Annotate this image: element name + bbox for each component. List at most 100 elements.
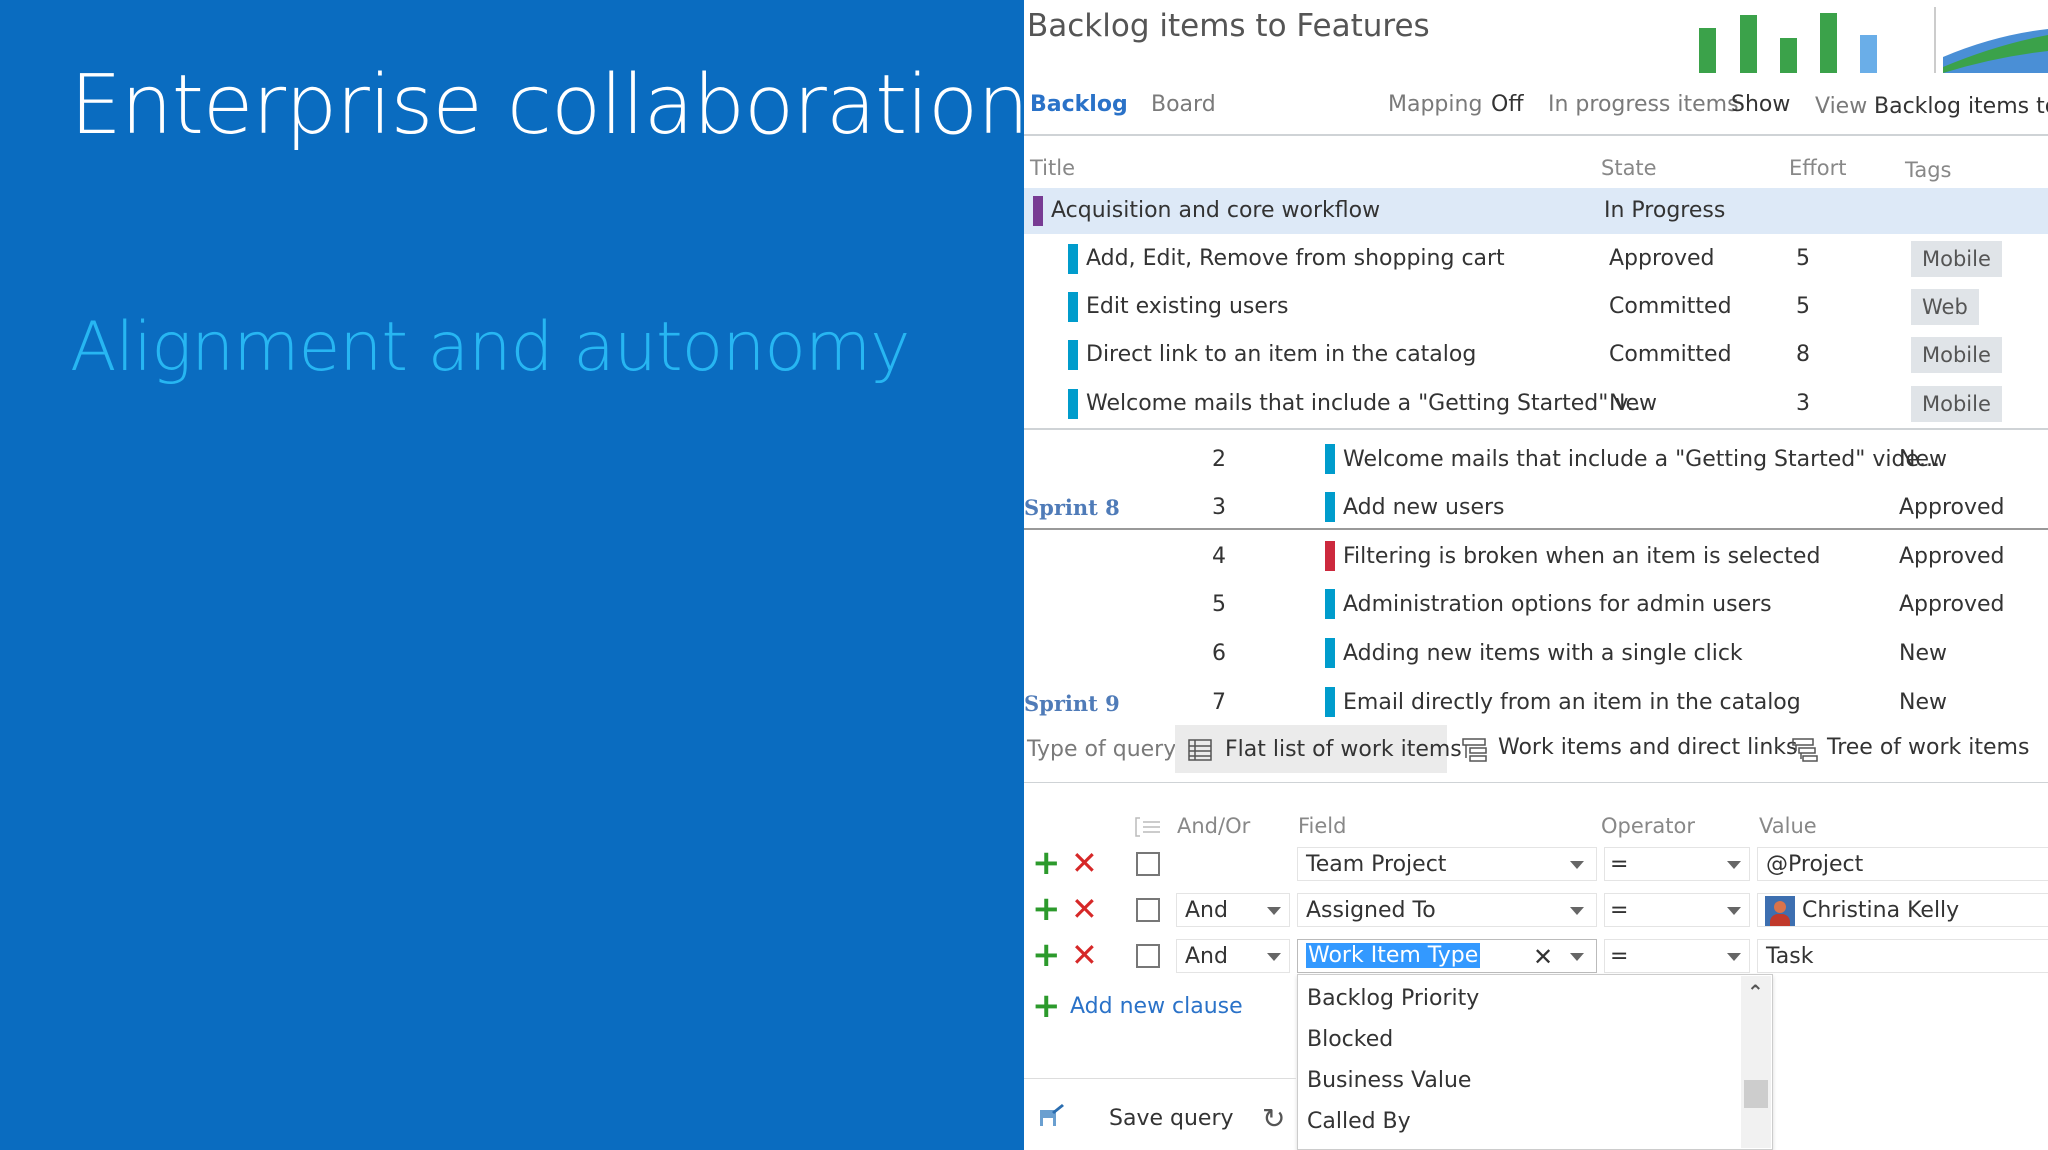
- row-state: New: [1899, 690, 1947, 715]
- tab-backlog[interactable]: Backlog: [1030, 92, 1128, 117]
- list-item[interactable]: Called By: [1307, 1109, 1411, 1134]
- chevron-up-icon[interactable]: ⌃: [1747, 980, 1764, 1004]
- operator-dropdown[interactable]: =: [1604, 847, 1750, 881]
- feature-color-bar: [1033, 196, 1043, 226]
- query-type-label: Type of query: [1027, 737, 1177, 762]
- add-clause-icon[interactable]: +: [1032, 938, 1061, 972]
- scrollbar[interactable]: ⌃: [1741, 976, 1771, 1148]
- delete-clause-icon[interactable]: ✕: [1071, 847, 1098, 879]
- col-tags[interactable]: Tags: [1905, 158, 1952, 182]
- add-clause-icon[interactable]: +: [1032, 846, 1061, 880]
- sprint-9-label: Sprint 9: [1024, 691, 1120, 716]
- group-clauses-icon[interactable]: [1134, 816, 1162, 838]
- andor-dropdown[interactable]: And: [1176, 939, 1290, 973]
- field-dropdown[interactable]: Team Project: [1297, 847, 1597, 881]
- andor-dropdown[interactable]: And: [1176, 893, 1290, 927]
- inprogress-toggle[interactable]: Show: [1731, 92, 1790, 117]
- row-title[interactable]: Administration options for admin users: [1343, 592, 1772, 617]
- story-color-bar: [1325, 444, 1335, 474]
- col-effort[interactable]: Effort: [1789, 156, 1846, 180]
- mapping-toggle[interactable]: Off: [1491, 92, 1523, 117]
- row-title[interactable]: Welcome mails that include a "Getting St…: [1343, 447, 1940, 472]
- query-type-flat[interactable]: Flat list of work items: [1175, 725, 1462, 773]
- row-title[interactable]: Add new users: [1343, 495, 1505, 520]
- query-type-direct-links-label: Work items and direct links: [1498, 735, 1798, 760]
- value-input[interactable]: Task: [1757, 939, 2048, 973]
- list-item[interactable]: Blocked: [1307, 1027, 1393, 1052]
- row-state: Approved: [1899, 495, 2005, 520]
- row-title[interactable]: Filtering is broken when an item is sele…: [1343, 544, 1820, 569]
- mapping-label: Mapping: [1388, 92, 1483, 117]
- clause-checkbox[interactable]: [1136, 852, 1160, 876]
- feature-title[interactable]: Acquisition and core workflow: [1051, 198, 1380, 223]
- tab-board[interactable]: Board: [1151, 92, 1216, 117]
- value-text: Christina Kelly: [1802, 898, 1960, 923]
- save-query-button[interactable]: Save query: [1109, 1106, 1234, 1131]
- add-new-clause-link[interactable]: Add new clause: [1070, 994, 1243, 1019]
- delete-clause-icon[interactable]: ✕: [1071, 893, 1098, 925]
- query-type-direct-links[interactable]: Work items and direct links: [1460, 725, 1798, 773]
- backlog-title: Backlog items to Features: [1027, 8, 1430, 44]
- row-title[interactable]: Direct link to an item in the catalog: [1086, 342, 1476, 367]
- query-type-tree-label: Tree of work items: [1827, 735, 2030, 760]
- bug-color-bar: [1325, 541, 1335, 571]
- row-title[interactable]: Email directly from an item in the catal…: [1343, 690, 1801, 715]
- chevron-down-icon: [1727, 953, 1741, 961]
- col-andor: And/Or: [1177, 814, 1251, 838]
- col-state[interactable]: State: [1601, 156, 1657, 180]
- row-title[interactable]: Adding new items with a single click: [1343, 641, 1743, 666]
- row-title[interactable]: Edit existing users: [1086, 294, 1288, 319]
- clear-icon[interactable]: ✕: [1533, 943, 1553, 971]
- chevron-down-icon: [1570, 907, 1584, 915]
- add-clause-icon[interactable]: +: [1032, 892, 1061, 926]
- slide-panel: Enterprise collaboration Alignment and a…: [0, 0, 1029, 1150]
- value-text: @Project: [1766, 852, 1864, 877]
- operator-value: =: [1610, 898, 1629, 923]
- chevron-down-icon[interactable]: [1570, 953, 1584, 961]
- tree-icon: [1792, 738, 1818, 762]
- view-dropdown[interactable]: Backlog items to l: [1874, 94, 2048, 119]
- inprogress-label: In progress items: [1548, 92, 1739, 117]
- add-clause-icon[interactable]: +: [1032, 989, 1061, 1023]
- field-value-selected[interactable]: Work Item Type: [1306, 943, 1481, 968]
- tag-badge[interactable]: Mobile: [1911, 241, 2002, 277]
- divider: [1024, 782, 2048, 783]
- story-color-bar: [1068, 244, 1078, 274]
- list-item[interactable]: Backlog Priority: [1307, 986, 1479, 1011]
- operator-dropdown[interactable]: =: [1604, 939, 1750, 973]
- delete-clause-icon[interactable]: ✕: [1071, 939, 1098, 971]
- save-query-icon[interactable]: [1038, 1102, 1066, 1128]
- operator-dropdown[interactable]: =: [1604, 893, 1750, 927]
- value-text: Task: [1766, 944, 1814, 969]
- tag-badge[interactable]: Mobile: [1911, 386, 2002, 422]
- scrollbar-thumb[interactable]: [1744, 1080, 1768, 1108]
- row-title[interactable]: Add, Edit, Remove from shopping cart: [1086, 246, 1505, 271]
- feature-state: In Progress: [1604, 198, 1726, 223]
- col-title[interactable]: Title: [1030, 156, 1075, 180]
- list-item[interactable]: Business Value: [1307, 1068, 1471, 1093]
- row-state: New: [1609, 391, 1657, 416]
- row-title[interactable]: Welcome mails that include a "Getting St…: [1086, 391, 1648, 416]
- operator-value: =: [1610, 852, 1629, 877]
- field-input-active[interactable]: Work Item Type ✕: [1297, 939, 1597, 973]
- clause-checkbox[interactable]: [1136, 898, 1160, 922]
- row-effort: 5: [1796, 294, 1810, 319]
- row-number: 7: [1212, 690, 1226, 715]
- row-state: New: [1899, 447, 1947, 472]
- query-type-flat-label: Flat list of work items: [1225, 737, 1462, 762]
- clause-checkbox[interactable]: [1136, 944, 1160, 968]
- row-state: Committed: [1609, 342, 1732, 367]
- col-field: Field: [1298, 814, 1347, 838]
- row-state: New: [1899, 641, 1947, 666]
- tag-badge[interactable]: Web: [1911, 289, 1979, 325]
- field-dropdown[interactable]: Assigned To: [1297, 893, 1597, 927]
- value-input[interactable]: Christina Kelly: [1757, 893, 2048, 927]
- row-number: 3: [1212, 495, 1226, 520]
- chevron-down-icon: [1570, 861, 1584, 869]
- avatar: [1765, 896, 1795, 926]
- slide-title: Enterprise collaboration: [70, 58, 1029, 153]
- query-type-tree[interactable]: Tree of work items: [1790, 725, 2048, 773]
- tag-badge[interactable]: Mobile: [1911, 337, 2002, 373]
- refresh-icon[interactable]: ↻: [1262, 1102, 1285, 1135]
- value-input[interactable]: @Project: [1757, 847, 2048, 881]
